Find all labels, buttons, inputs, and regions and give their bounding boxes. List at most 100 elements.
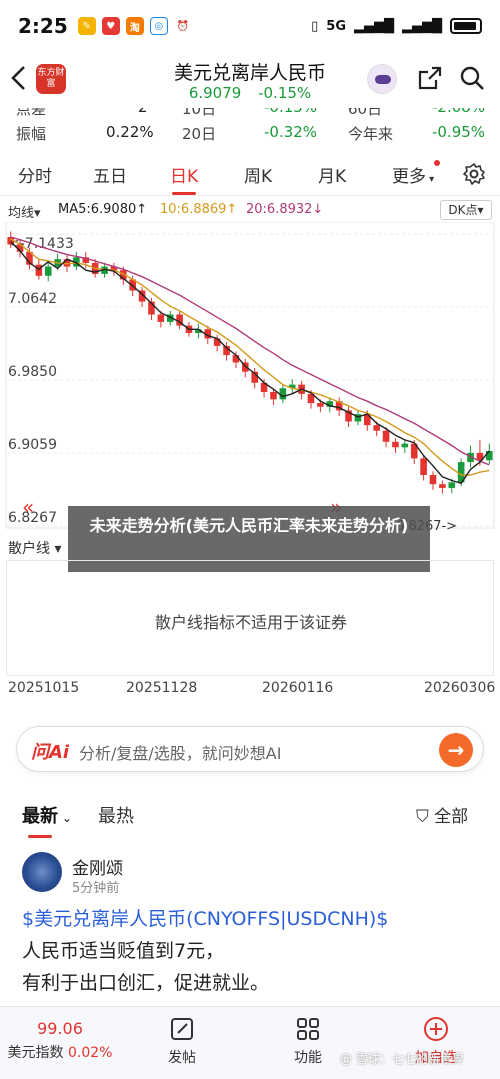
feed-tab-hot[interactable]: 最热 [98,802,134,828]
ask-ai-placeholder: 分析/复盘/选股，就问妙想AI [79,744,282,763]
share-icon[interactable] [416,64,444,92]
stat-label: 60日 [348,108,383,118]
gear-icon[interactable] [462,162,486,186]
arrow-right-icon[interactable]: → [439,733,473,767]
candle-body [270,391,277,400]
dk-label: DK点 [448,203,478,217]
sub-indicator-label: 散户线 [8,541,50,557]
kline-chart[interactable]: <-7.14337.06426.98506.90596.8267«»6.8267… [0,222,500,538]
tab-five-day[interactable]: 五日 [93,162,127,187]
dollar-index-label: 美元指数 [7,1045,64,1061]
tab-monthly-k[interactable]: 月K [318,162,346,187]
dk-point-selector[interactable]: DK点▾ [440,200,492,220]
avatar[interactable] [22,852,62,892]
date-tick: 20251015 [8,680,80,696]
date-tick: 20251128 [126,680,198,696]
dollar-index-line: 美元指数 0.02% [0,1042,120,1062]
ask-ai-logo: 问Ai [31,742,70,763]
candle-body [279,388,287,400]
candle-body [157,314,165,322]
search-icon[interactable] [458,64,486,92]
status-right: ▯ 5G ▂▄▆█ ▂▄▆█ [311,18,482,34]
add-watchlist-button[interactable]: 加自选 [404,1007,468,1079]
notes-app-icon: ✎ [77,17,96,35]
candle-body [44,266,52,276]
disk-app-icon: ◎ [149,17,168,35]
stat-value: -0.15% [264,108,317,116]
post-text-line: 人民币适当贬值到7元， [22,940,225,962]
filter-label: 全部 [434,807,469,827]
post-stock-tag[interactable]: $美元兑离岸人民币(CNYOFFS|USDCNH)$ [22,904,388,931]
tab-more-label: 更多 [392,167,426,187]
sub-indicator-panel: 散户线指标不适用于该证券 [6,560,494,676]
ask-ai-bar[interactable]: 问Ai 分析/复盘/选股，就问妙想AI → [16,726,484,772]
status-bar: 2:25 ✎ ♥ 淘 ◎ ⏰ ▯ 5G ▂▄▆█ ▂▄▆█ [0,0,500,52]
taobao-app-icon: 淘 [125,17,144,35]
candle-body [35,264,43,276]
stat-label: 振幅 [16,125,47,143]
header: 东方财富 美元兑离岸人民币 6.9079 -0.15% [0,52,500,108]
y-tick-label: 7.0642 [8,291,57,307]
post-text-line: 有利于出口创汇，促进就业。 [22,972,270,994]
battery-icon [450,18,482,34]
dollar-index-item[interactable]: 99.06 美元指数 0.02% [0,1007,120,1079]
tab-weekly-k[interactable]: 周K [244,162,272,187]
tab-daily-k[interactable]: 日K [170,162,198,195]
ma20-label: 20:6.8932↓ [246,202,324,217]
caret-down-icon: ▾ [426,174,435,185]
app-screen: 2:25 ✎ ♥ 淘 ◎ ⏰ ▯ 5G ▂▄▆█ ▂▄▆█ 东方财富 美元兑离岸… [0,0,500,1079]
signal-bars-icon-2: ▂▄▆█ [402,18,442,34]
filter-button[interactable]: ⛉ 全部 [416,802,468,827]
candle-body [401,443,409,448]
y-tick-label: 6.9059 [8,437,57,453]
tab-more[interactable]: 更多 ▾ [392,160,441,187]
kline-svg: <-7.14337.06426.98506.90596.8267«»6.8267… [5,222,495,534]
candle-body [373,425,380,431]
y-tick-label: 6.9850 [8,364,57,380]
plus-circle-icon [422,1015,450,1043]
bottom-bar: 99.06 美元指数 0.02% 发帖 功能 加自选 [0,1006,500,1079]
candle-body [439,484,446,488]
alarm-icon: ⏰ [173,17,192,35]
candle-body [213,338,221,346]
candle-body [448,482,456,488]
stat-value: -0.32% [264,123,318,141]
robot-avatar-icon[interactable] [367,64,397,94]
ma-selector[interactable]: 均线▾ [8,202,41,221]
stat-label: 20日 [182,125,217,143]
post-button[interactable]: 发帖 [150,1007,214,1079]
sub-indicator-selector[interactable]: 散户线 ▾ [8,538,61,558]
dollar-index-value: 99.06 [37,1019,83,1038]
ma5-line [10,241,490,485]
ma20-value: 20:6.8932 [246,202,313,217]
period-tabs: 分时 五日 日K 周K 月K 更多 ▾ [0,156,500,196]
filter-icon: ⛉ [416,807,435,827]
post-button-label: 发帖 [168,1050,196,1066]
grid-icon [294,1015,322,1043]
ma10-label: 10:6.8869↑ [160,202,238,217]
dollar-index-change: 0.02% [67,1045,113,1061]
date-axis: 20251015 20251128 20260116 20260306 [0,680,500,704]
tab-intraday[interactable]: 分时 [18,162,52,187]
ma5-label: MA5:6.9080↑ [58,202,148,217]
chevron-down-icon: ⌄ [58,811,72,825]
ma-legend: 均线▾ MA5:6.9080↑ 10:6.8869↑ 20:6.8932↓ [0,198,500,222]
sub-indicator-note: 散户线指标不适用于该证券 [154,613,347,632]
candle-body [486,451,493,461]
stat-value: 2 [138,108,148,116]
candle-body [429,474,437,485]
status-time: 2:25 [18,14,68,38]
feed-tab-latest[interactable]: 最新 ⌄ [22,802,72,838]
stat-value: -2.08% [432,108,485,116]
ma10-value: 10:6.8869 [160,202,227,217]
function-button[interactable]: 功能 [276,1007,340,1079]
date-tick: 20260116 [262,680,334,696]
post-author[interactable]: 金刚颂 [72,854,123,879]
stat-value: -0.95% [432,123,486,141]
stat-label: 今年来 [348,125,394,143]
status-app-icons: ✎ ♥ 淘 ◎ ⏰ [77,17,192,35]
stat-label: 10日 [182,108,217,118]
signal-label: 5G [326,18,346,34]
caret-down-icon: ▾ [477,203,484,217]
candle-body [317,403,324,407]
